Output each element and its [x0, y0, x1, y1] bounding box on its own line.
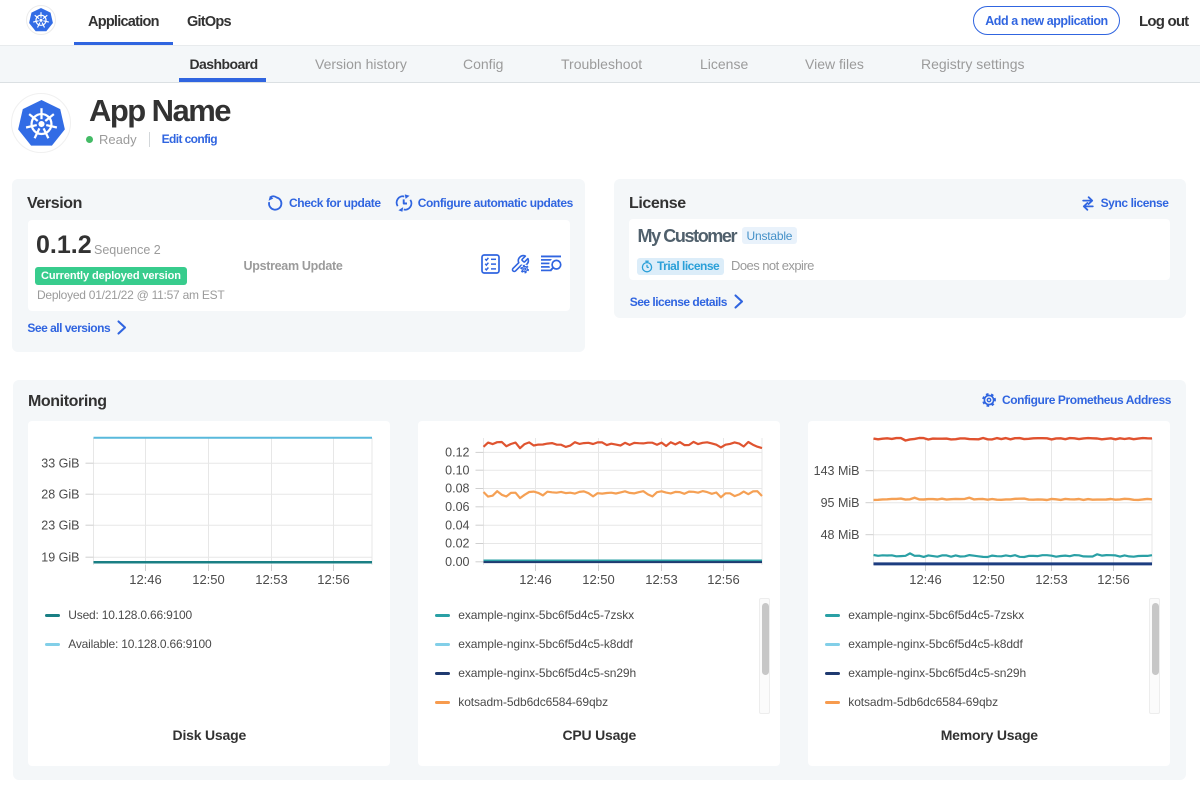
svg-text:0.02: 0.02	[445, 536, 469, 550]
svg-text:12:50: 12:50	[193, 572, 226, 587]
svg-text:12:56: 12:56	[708, 572, 741, 587]
svg-text:28 GiB: 28 GiB	[42, 487, 80, 501]
svg-text:12:53: 12:53	[1036, 572, 1069, 587]
svg-text:12:56: 12:56	[318, 572, 351, 587]
svg-text:19 GiB: 19 GiB	[42, 550, 80, 564]
svg-text:12:50: 12:50	[973, 572, 1006, 587]
svg-text:23 GiB: 23 GiB	[42, 518, 80, 532]
svg-text:0.08: 0.08	[445, 481, 469, 495]
svg-text:12:56: 12:56	[1098, 572, 1131, 587]
svg-text:12:50: 12:50	[583, 572, 616, 587]
svg-text:12:46: 12:46	[520, 572, 553, 587]
svg-text:0.04: 0.04	[445, 518, 469, 532]
svg-text:0.06: 0.06	[445, 500, 469, 514]
svg-text:0.12: 0.12	[445, 445, 469, 459]
svg-text:0.10: 0.10	[445, 463, 469, 477]
svg-text:12:46: 12:46	[910, 572, 943, 587]
svg-text:0.00: 0.00	[445, 555, 469, 569]
svg-text:33 GiB: 33 GiB	[42, 456, 80, 470]
svg-text:12:46: 12:46	[130, 572, 163, 587]
svg-text:12:53: 12:53	[256, 572, 289, 587]
svg-text:48 MiB: 48 MiB	[821, 528, 860, 542]
svg-text:12:53: 12:53	[646, 572, 679, 587]
svg-text:143 MiB: 143 MiB	[814, 464, 860, 478]
svg-text:95 MiB: 95 MiB	[821, 496, 860, 510]
